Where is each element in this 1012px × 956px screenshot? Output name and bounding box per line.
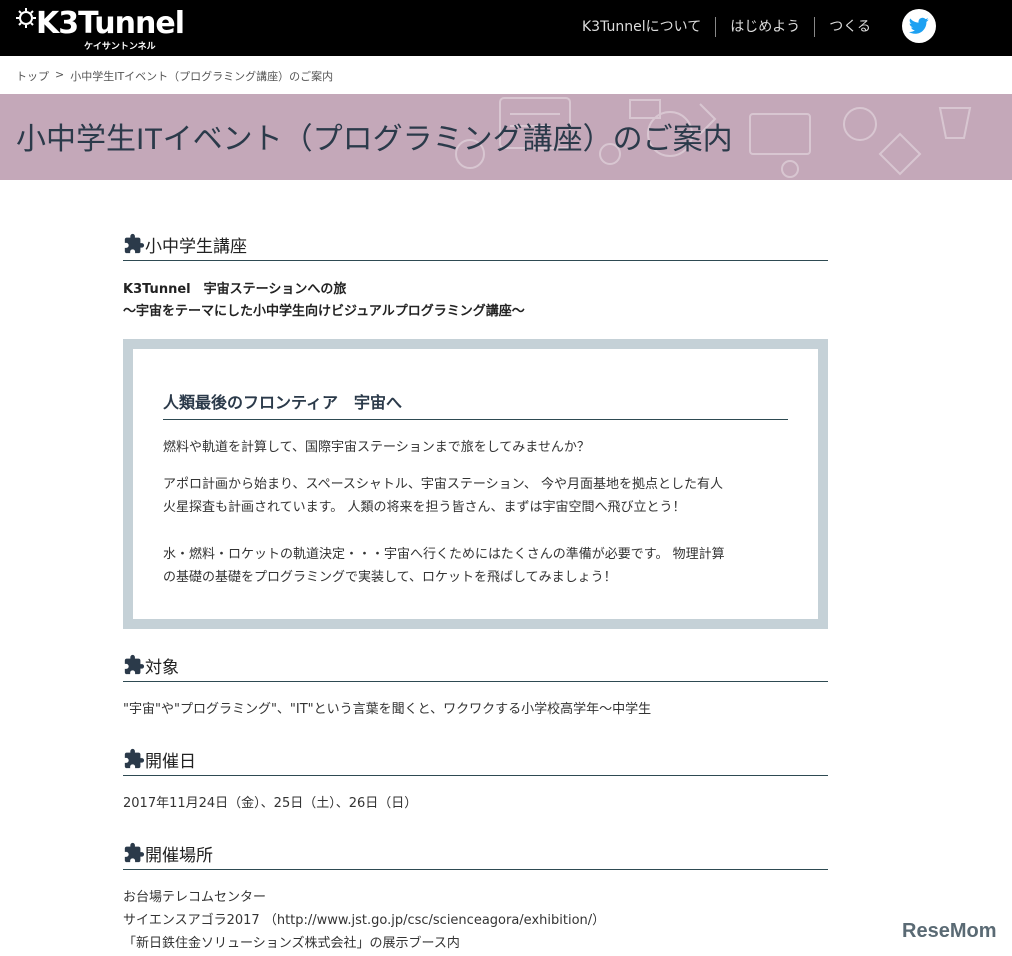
feature-paragraph-2: アポロ計画から始まり、スペースシャトル、宇宙ステーション、 今や月面基地を拠点と… bbox=[163, 473, 788, 519]
feature-box: 人類最後のフロンティア 宇宙へ 燃料や軌道を計算して、国際宇宙ステーションまで旅… bbox=[123, 339, 828, 629]
section-heading-text: 開催日 bbox=[145, 751, 196, 772]
page-title: 小中学生ITイベント（プログラミング講座）のご案内 bbox=[16, 123, 733, 156]
target-text: "宇宙"や"プログラミング"、"IT"という言葉を聞くと、ワクワクする小学校高学… bbox=[123, 702, 652, 717]
section-heading-date: 開催日 bbox=[123, 743, 828, 776]
puzzle-icon bbox=[124, 233, 145, 254]
feature-paragraph-1: 燃料や軌道を計算して、国際宇宙ステーションまで旅をしてみませんか？ bbox=[163, 440, 590, 455]
venue-line3: 「新日鉄住金ソリューションズ株式会社」の展示ブース内 bbox=[123, 936, 460, 951]
course-title-line2: ～宇宙をテーマにした小中学生向けビジュアルプログラミング講座～ bbox=[123, 304, 525, 319]
date-text: 2017年11月24日（金）、25日（土）、26日（日） bbox=[123, 796, 418, 811]
feature-paragraph-2-line1: アポロ計画から始まり、スペースシャトル、宇宙ステーション、 今や月面基地を拠点と… bbox=[163, 477, 724, 492]
logo-subtitle: ケイサントンネル bbox=[84, 42, 156, 52]
site-header: K3Tunnel ケイサントンネル K3Tunnelについて はじめよう つくる bbox=[0, 0, 1012, 56]
section-heading-text: 開催場所 bbox=[145, 845, 213, 866]
feature-box-content: 人類最後のフロンティア 宇宙へ 燃料や軌道を計算して、国際宇宙ステーションまで旅… bbox=[163, 389, 788, 589]
section-heading-course: 小中学生講座 bbox=[123, 228, 828, 261]
puzzle-icon bbox=[124, 748, 145, 769]
twitter-icon bbox=[909, 17, 929, 34]
main-content: 小中学生講座 K3Tunnel 宇宙ステーションへの旅 ～宇宙をテーマにした小中… bbox=[123, 228, 828, 955]
twitter-button[interactable] bbox=[902, 9, 936, 43]
page-banner: 小中学生ITイベント（プログラミング講座）のご案内 bbox=[0, 94, 1012, 180]
venue-line2-prefix: サイエンスアゴラ2017 （ bbox=[123, 913, 277, 928]
breadcrumb: トップ > 小中学生ITイベント（プログラミング講座）のご案内 bbox=[16, 68, 333, 84]
breadcrumb-separator: > bbox=[55, 68, 65, 81]
venue-line2: サイエンスアゴラ2017 （http://www.jst.go.jp/csc/s… bbox=[123, 909, 828, 932]
feature-paragraph-2-line2: 火星探査も計画されています。 人類の将来を担う皆さん、まずは宇宙空間へ飛び立とう… bbox=[163, 500, 686, 515]
nav-item-start[interactable]: はじめよう bbox=[715, 17, 814, 37]
watermark-logo: ReseMom bbox=[902, 920, 997, 942]
section-heading-target: 対象 bbox=[123, 649, 828, 682]
feature-paragraph-3: 水・燃料・ロケットの軌道決定・・・宇宙へ行くためにはたくさんの準備が必要です。 … bbox=[163, 543, 788, 589]
main-nav: K3Tunnelについて はじめよう つくる bbox=[568, 16, 885, 38]
section-heading-text: 小中学生講座 bbox=[145, 236, 247, 257]
section-heading-venue: 開催場所 bbox=[123, 837, 828, 870]
venue-line1: お台場テレコムセンター bbox=[123, 890, 267, 905]
venue-text: お台場テレコムセンター サイエンスアゴラ2017 （http://www.jst… bbox=[123, 886, 828, 955]
puzzle-icon bbox=[124, 654, 145, 675]
venue-line2-suffix: ） bbox=[592, 913, 606, 928]
nav-item-about[interactable]: K3Tunnelについて bbox=[568, 17, 715, 37]
venue-link[interactable]: http://www.jst.go.jp/csc/scienceagora/ex… bbox=[277, 913, 592, 928]
site-logo[interactable]: K3Tunnel ケイサントンネル bbox=[14, 4, 185, 52]
breadcrumb-home[interactable]: トップ bbox=[16, 68, 49, 84]
course-title: K3Tunnel 宇宙ステーションへの旅 ～宇宙をテーマにした小中学生向けビジュ… bbox=[123, 279, 828, 323]
nav-item-make[interactable]: つくる bbox=[814, 17, 885, 37]
feature-paragraph-3-line1: 水・燃料・ロケットの軌道決定・・・宇宙へ行くためにはたくさんの準備が必要です。 … bbox=[163, 547, 725, 562]
puzzle-icon bbox=[124, 842, 145, 863]
feature-paragraph-3-line2: の基礎の基礎をプログラミングで実装して、ロケットを飛ばしてみましょう！ bbox=[163, 570, 617, 585]
breadcrumb-current: 小中学生ITイベント（プログラミング講座）のご案内 bbox=[70, 70, 334, 83]
course-title-line1: K3Tunnel 宇宙ステーションへの旅 bbox=[123, 282, 347, 297]
feature-box-heading: 人類最後のフロンティア 宇宙へ bbox=[163, 389, 788, 420]
section-heading-text: 対象 bbox=[145, 657, 179, 678]
logo-text: K3Tunnel bbox=[36, 6, 185, 41]
